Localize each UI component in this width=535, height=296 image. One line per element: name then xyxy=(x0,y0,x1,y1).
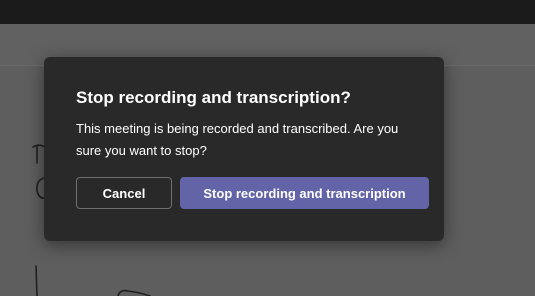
cancel-button[interactable]: Cancel xyxy=(76,177,172,209)
stop-recording-dialog: Stop recording and transcription? This m… xyxy=(44,57,444,241)
dialog-message: This meeting is being recorded and trans… xyxy=(76,121,399,158)
meeting-window: Stop recording and transcription? This m… xyxy=(0,0,535,296)
ink-stroke xyxy=(117,289,151,296)
stop-recording-button[interactable]: Stop recording and transcription xyxy=(180,177,429,209)
ink-stroke xyxy=(35,265,38,296)
dialog-title: Stop recording and transcription? xyxy=(76,88,351,107)
